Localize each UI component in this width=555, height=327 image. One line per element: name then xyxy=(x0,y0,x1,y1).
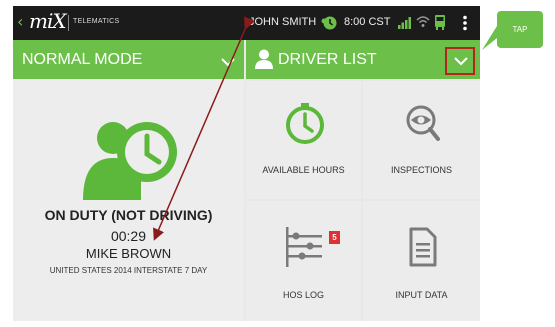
chevron-left-icon[interactable]: ‹ xyxy=(17,12,23,31)
tablet-screen: ‹ miX TELEMATICS JOHN SMITH 8:00 CST NOR… xyxy=(13,6,480,321)
callout-pointer xyxy=(482,26,497,50)
tile-inspections[interactable]: INSPECTIONS xyxy=(363,81,480,199)
driver-clock-icon xyxy=(81,114,181,205)
driver-list-label: DRIVER LIST xyxy=(278,51,377,68)
logo-subtitle: TELEMATICS xyxy=(73,18,120,25)
mode-selector[interactable]: NORMAL MODE xyxy=(13,40,244,79)
logo: miX xyxy=(29,9,67,33)
tile-hos-log[interactable]: 5 HOS LOG xyxy=(246,201,361,321)
tap-callout: TAP xyxy=(497,11,543,48)
tile-label: HOS LOG xyxy=(282,290,324,300)
status-bar: ‹ miX TELEMATICS JOHN SMITH 8:00 CST xyxy=(13,6,480,40)
eye-search-icon xyxy=(406,105,440,148)
duty-elapsed-time: 00:29 xyxy=(110,228,147,244)
driver-list-bar[interactable]: DRIVER LIST xyxy=(246,40,480,79)
hos-log-icon xyxy=(284,227,326,272)
logo-divider xyxy=(68,15,69,31)
tile-label: INPUT DATA xyxy=(395,290,448,300)
more-vertical-icon[interactable] xyxy=(462,15,468,36)
user-name: JOHN SMITH xyxy=(249,16,317,28)
tile-label: AVAILABLE HOURS xyxy=(262,165,345,175)
clock-icon xyxy=(286,103,324,150)
mode-label: NORMAL MODE xyxy=(22,51,143,68)
tile-available-hours[interactable]: AVAILABLE HOURS xyxy=(246,81,361,199)
chevron-down-icon xyxy=(454,57,468,66)
driver-list-dropdown-button[interactable] xyxy=(445,47,475,75)
document-icon xyxy=(409,227,437,272)
duty-status-title: ON DUTY (NOT DRIVING) xyxy=(44,207,213,223)
chevron-down-icon[interactable] xyxy=(221,54,235,72)
signal-icon xyxy=(398,16,412,34)
tile-input-data[interactable]: INPUT DATA xyxy=(363,201,480,321)
hos-ruleset: UNITED STATES 2014 INTERSTATE 7 DAY xyxy=(49,266,208,275)
duty-status-panel[interactable]: ON DUTY (NOT DRIVING) 00:29 MIKE BROWN U… xyxy=(13,79,244,321)
person-icon xyxy=(255,49,273,74)
hos-log-badge: 5 xyxy=(329,231,340,244)
status-time: 8:00 CST xyxy=(344,16,391,28)
clock-icon xyxy=(320,15,338,36)
wifi-icon xyxy=(416,15,430,33)
truck-icon xyxy=(434,15,446,35)
tile-label: INSPECTIONS xyxy=(390,165,452,175)
driver-name: MIKE BROWN xyxy=(85,246,172,261)
